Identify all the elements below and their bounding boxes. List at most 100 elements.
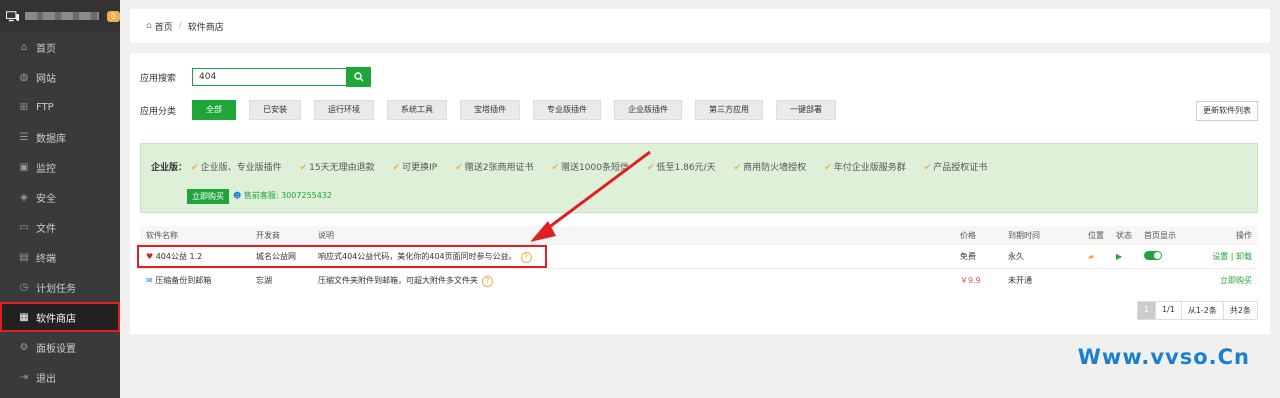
logout-icon: ⇥ — [19, 371, 29, 383]
row-buy-link[interactable]: 立即购买 — [1190, 268, 1258, 292]
promo-title: 企业版： — [151, 163, 188, 173]
check-icon: ✔ — [824, 163, 832, 173]
breadcrumb-current: 软件商店 — [187, 22, 224, 33]
col-expire: 到期时间 — [1002, 226, 1082, 245]
notification-badge[interactable]: 0 — [106, 10, 120, 22]
globe-icon: ◍ — [19, 71, 29, 83]
sidebar-item-software-store[interactable]: ▦ 软件商店 — [0, 302, 120, 332]
search-label: 应用搜索 — [140, 73, 177, 84]
sidebar-item-home[interactable]: ⌂ 首页 — [0, 32, 120, 62]
enterprise-promo-banner: 企业版： ✔ 企业版、专业版插件 ✔ 15天无理由退款 ✔ 可更换IP ✔ 赠送2张商用… — [140, 143, 1258, 213]
main-panel: 应用搜索 404 应用分类 全部 已安装 运行环境 系统工具 宝塔插件 专业版插… — [130, 53, 1270, 334]
monitor-logo-icon — [6, 10, 20, 21]
search-input[interactable]: 404 — [192, 68, 347, 86]
promo-feature: ✔ 赠送2张商用证书 — [455, 163, 534, 173]
col-homepage: 首页显示 — [1138, 226, 1190, 245]
sidebar-nav: ⌂ 首页 ◍ 网站 ⊞ FTP ☰ 数据库 ▣ 监控 ◈ 安全 ▭ 文件 ▤ 终端 ◷ 计划任务 … — [0, 32, 120, 392]
col-name: 软件名称 — [140, 226, 250, 245]
breadcrumb-separator: / — [178, 21, 182, 31]
presales-contact[interactable]: ☻ 售前客服: 3007255432 — [233, 190, 332, 201]
promo-feature: ✔ 赠送1000条短信 — [551, 163, 629, 173]
col-developer: 开发商 — [250, 226, 312, 245]
promo-feature: ✔ 产品授权证书 — [923, 163, 988, 173]
category-runtime[interactable]: 运行环境 — [314, 100, 374, 120]
col-location: 位置 — [1082, 226, 1110, 245]
col-status: 状态 — [1110, 226, 1138, 245]
sidebar-item-website[interactable]: ◍ 网站 — [0, 62, 120, 92]
page-range: 从1-2条 — [1180, 301, 1224, 320]
sidebar: 0 ⌂ 首页 ◍ 网站 ⊞ FTP ☰ 数据库 ▣ 监控 ◈ 安全 ▭ 文件 ▤ 终端 ◷ 计划任… — [0, 0, 120, 398]
search-row: 应用搜索 404 — [140, 67, 371, 87]
settings-icon: ⚙ — [19, 341, 29, 353]
sidebar-item-security[interactable]: ◈ 安全 — [0, 182, 120, 212]
grid-icon: ▦ — [19, 311, 29, 323]
homepage-toggle[interactable] — [1138, 244, 1190, 269]
table-row: ✉ 压缩备份到邮箱 忘湖 压缩文件夹附件到邮箱，可超大附件多文件夹? ￥9.9 … — [140, 268, 1258, 292]
terminal-icon: ▤ — [19, 251, 29, 263]
promo-feature: ✔ 年付企业版服务群 — [824, 163, 906, 173]
check-icon: ✔ — [191, 163, 199, 173]
monitor-icon: ▣ — [19, 161, 29, 173]
clock-icon: ◷ — [19, 281, 29, 293]
col-description: 说明 — [312, 226, 954, 245]
promo-feature: ✔ 可更换IP — [392, 163, 438, 173]
buy-now-button[interactable]: 立即购买 — [187, 189, 229, 204]
promo-feature: ✔ 15天无理由退款 — [299, 163, 375, 173]
sidebar-item-ftp[interactable]: ⊞ FTP — [0, 92, 120, 122]
help-icon[interactable]: ? — [482, 275, 493, 287]
open-folder-icon[interactable]: ▰ — [1082, 244, 1110, 269]
category-enterprise-plugins[interactable]: 企业版插件 — [614, 100, 682, 120]
search-button[interactable] — [346, 67, 371, 87]
promo-feature: ✔ 企业版、专业版插件 — [191, 163, 282, 173]
col-actions: 操作 — [1190, 226, 1258, 245]
sidebar-item-monitor[interactable]: ▣ 监控 — [0, 152, 120, 182]
check-icon: ✔ — [923, 163, 932, 173]
database-icon: ☰ — [19, 131, 29, 143]
qq-icon: ☻ — [233, 191, 242, 200]
page-count: 共2条 — [1222, 301, 1258, 320]
promo-feature: ✔ 低至1.86元/天 — [646, 163, 716, 173]
page-current[interactable]: 1 — [1136, 301, 1156, 320]
folder-icon: ▭ — [19, 221, 29, 233]
play-icon[interactable]: ▶ — [1110, 244, 1138, 269]
category-one-click[interactable]: 一键部署 — [776, 100, 836, 120]
category-pro-plugins[interactable]: 专业版插件 — [533, 100, 601, 120]
software-developer: 忘湖 — [250, 268, 312, 292]
promo-feature: ✔ 商用防火墙授权 — [733, 163, 807, 173]
software-price: 免费 — [954, 244, 1002, 269]
update-software-list-button[interactable]: 更新软件列表 — [1196, 101, 1258, 121]
sidebar-item-cron[interactable]: ◷ 计划任务 — [0, 272, 120, 302]
page-total: 1/1 — [1154, 301, 1182, 320]
sidebar-item-logout[interactable]: ⇥ 退出 — [0, 362, 120, 392]
shield-icon: ◈ — [20, 191, 28, 203]
category-label: 应用分类 — [140, 106, 177, 117]
table-header: 软件名称 开发商 说明 价格 到期时间 位置 状态 首页显示 操作 — [140, 226, 1258, 245]
software-expire: 未开通 — [1002, 268, 1082, 292]
ftp-icon: ⊞ — [19, 101, 29, 113]
check-icon: ✔ — [646, 163, 655, 173]
category-system-tools[interactable]: 系统工具 — [387, 100, 447, 120]
category-bt-plugins[interactable]: 宝塔插件 — [460, 100, 520, 120]
check-icon: ✔ — [392, 163, 401, 173]
breadcrumb-home-link[interactable]: 首页 — [155, 20, 173, 33]
sidebar-item-panel-settings[interactable]: ⚙ 面板设置 — [0, 332, 120, 362]
sidebar-item-database[interactable]: ☰ 数据库 — [0, 122, 120, 152]
category-third-party[interactable]: 第三方应用 — [695, 100, 763, 120]
highlight-box — [137, 245, 547, 268]
watermark: Www.vvso.Cn — [1077, 345, 1250, 369]
row-actions[interactable]: 设置 | 卸载 — [1190, 244, 1258, 269]
home-icon: ⌂ — [146, 21, 152, 31]
sidebar-item-terminal[interactable]: ▤ 终端 — [0, 242, 120, 272]
pagination: 1 1/1 从1-2条 共2条 — [1136, 301, 1258, 320]
software-expire: 永久 — [1002, 244, 1082, 269]
col-price: 价格 — [954, 226, 1002, 245]
category-installed[interactable]: 已安装 — [249, 100, 301, 120]
breadcrumb: ⌂ 首页 / 软件商店 — [130, 9, 1270, 43]
software-price: ￥9.9 — [954, 268, 1002, 292]
category-all[interactable]: 全部 — [192, 100, 236, 120]
check-icon: ✔ — [299, 163, 308, 173]
category-row: 应用分类 全部 已安装 运行环境 系统工具 宝塔插件 专业版插件 企业版插件 第… — [140, 100, 849, 120]
blurred-server-name — [25, 12, 99, 20]
home-icon: ⌂ — [20, 41, 28, 53]
sidebar-item-files[interactable]: ▭ 文件 — [0, 212, 120, 242]
